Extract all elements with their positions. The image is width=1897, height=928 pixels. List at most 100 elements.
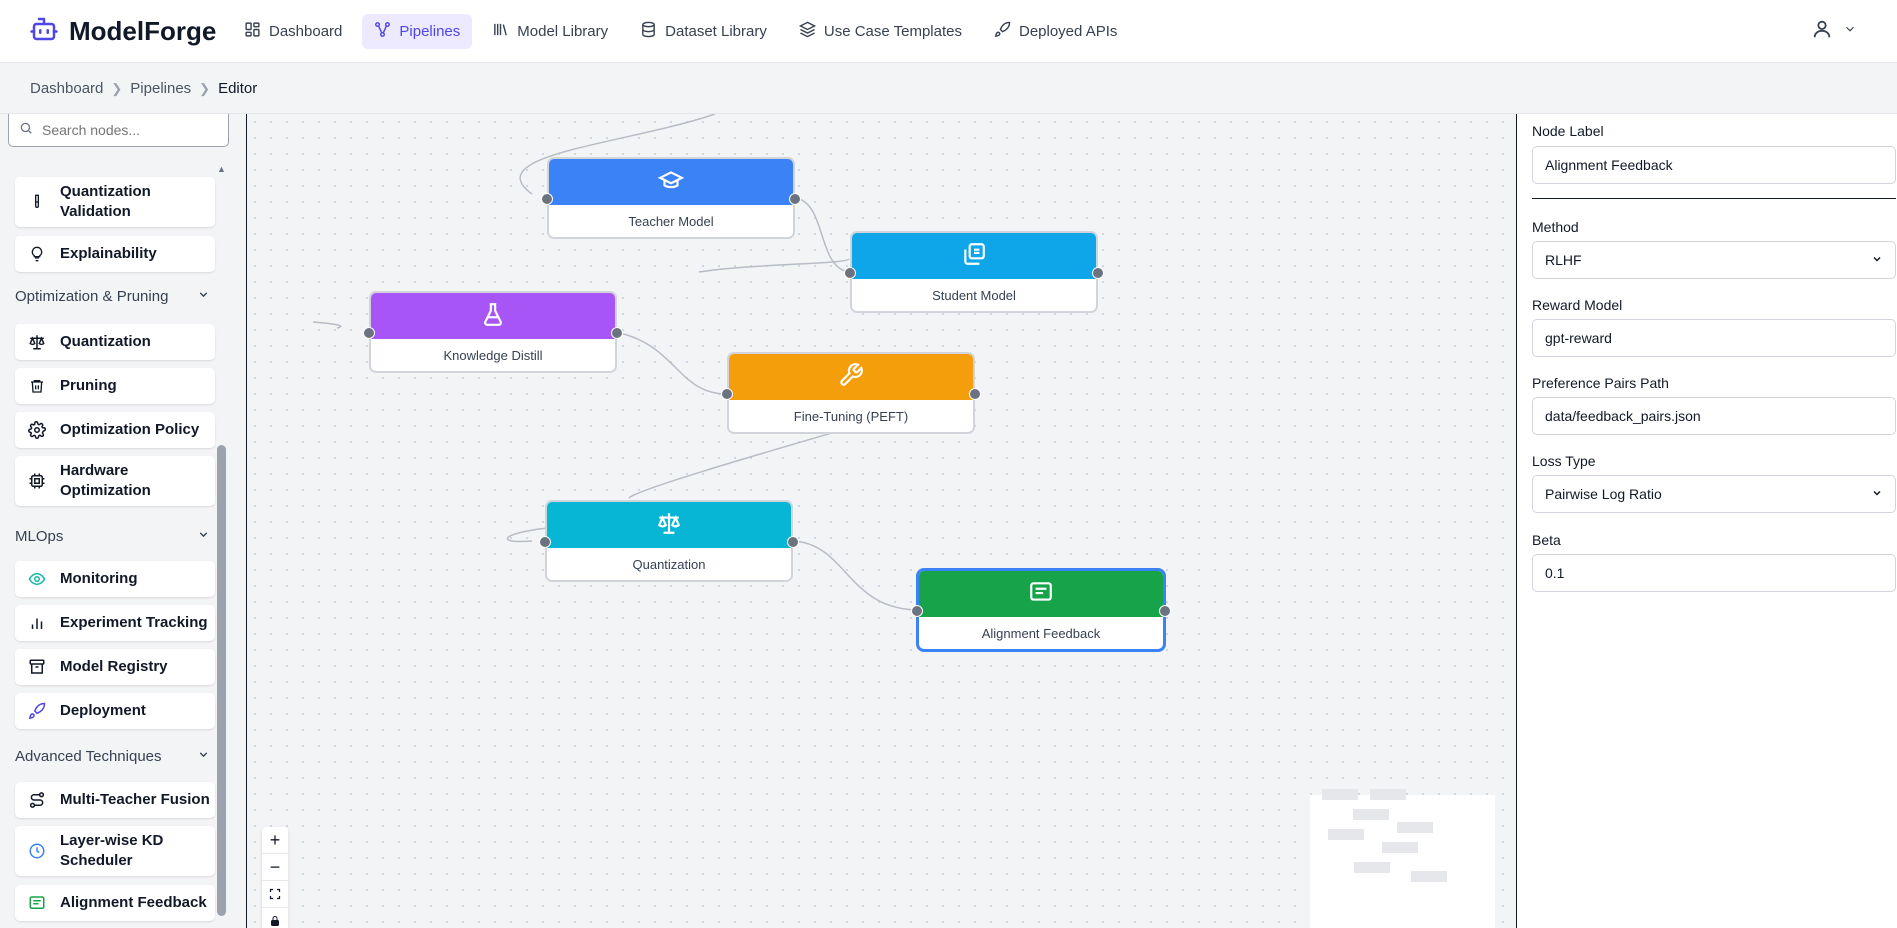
preference-pairs-path-input[interactable]: data/feedback_pairs.json [1532, 397, 1896, 435]
minimap[interactable] [1310, 789, 1495, 928]
user-icon [1811, 18, 1833, 45]
chevron-down-icon [197, 288, 210, 305]
node-label: Quantization [632, 556, 706, 572]
node-student-model[interactable]: Student Model [844, 231, 1104, 313]
node-label-label: Node Label [1532, 123, 1604, 139]
search-box[interactable] [8, 114, 229, 147]
edge[interactable] [312, 321, 342, 329]
gear-icon [28, 421, 46, 439]
output-handle[interactable] [969, 388, 981, 400]
palette-item-optimization-policy[interactable]: Optimization Policy [15, 412, 215, 448]
chevron-down-icon [197, 748, 210, 765]
trash-icon [28, 377, 46, 395]
method-select[interactable]: RLHF [1532, 241, 1896, 279]
section-advanced-techniques[interactable]: Advanced Techniques [15, 746, 210, 766]
input-handle[interactable] [721, 388, 733, 400]
nav-model-library[interactable]: Model Library [480, 14, 620, 49]
palette-item-monitoring[interactable]: Monitoring [15, 561, 215, 597]
nav-pipelines[interactable]: Pipelines [362, 14, 473, 49]
node-teacher-model[interactable]: Teacher Model [541, 157, 801, 239]
palette-item-hardware-optimization[interactable]: Hardware Optimization [15, 456, 215, 506]
chevron-down-icon [1871, 486, 1883, 502]
pipeline-canvas[interactable]: Teacher Model Student Model Knowledge Di… [246, 114, 1517, 928]
lock-button[interactable] [262, 908, 288, 928]
node-quantization[interactable]: Quantization [539, 500, 799, 582]
preference-pairs-path-value: data/feedback_pairs.json [1545, 408, 1701, 424]
edge[interactable] [698, 258, 850, 273]
palette-item-label: Alignment Feedback [60, 894, 207, 911]
library-icon [492, 21, 509, 42]
output-handle[interactable] [787, 536, 799, 548]
output-handle[interactable] [789, 193, 801, 205]
node-knowledge-distill[interactable]: Knowledge Distill [363, 291, 623, 373]
palette-item-model-registry[interactable]: Model Registry [15, 649, 215, 685]
palette-item-label: Deployment [60, 702, 146, 719]
input-handle[interactable] [539, 536, 551, 548]
palette-item-quantization-validation[interactable]: Quantization Validation [15, 177, 215, 227]
beta-input[interactable]: 0.1 [1532, 554, 1896, 592]
node-label-input[interactable]: Alignment Feedback [1532, 146, 1896, 184]
chip-icon [28, 472, 46, 490]
minimap-node [1353, 809, 1389, 820]
breadcrumb-dashboard[interactable]: Dashboard [30, 80, 103, 97]
lock-icon [269, 911, 281, 928]
scroll-up-arrow-icon[interactable]: ▲ [217, 164, 226, 174]
nav-dashboard[interactable]: Dashboard [232, 14, 354, 49]
output-handle[interactable] [611, 327, 623, 339]
minimap-node [1397, 822, 1433, 833]
reward-model-input[interactable]: gpt-reward [1532, 319, 1896, 357]
palette-item-label: Quantization [60, 333, 151, 350]
palette-item-label: Optimization Policy [60, 421, 200, 438]
node-label: Student Model [932, 287, 1016, 303]
section-optimization-pruning[interactable]: Optimization & Pruning [15, 286, 210, 306]
nav-use-case-templates[interactable]: Use Case Templates [787, 14, 974, 49]
node-header [852, 233, 1096, 279]
edge[interactable] [614, 331, 728, 395]
palette-item-multi-teacher-fusion[interactable]: Multi-Teacher Fusion [15, 782, 215, 818]
nav-dataset-library[interactable]: Dataset Library [628, 14, 779, 49]
loss-type-select[interactable]: Pairwise Log Ratio [1532, 475, 1896, 513]
user-menu[interactable] [1811, 18, 1857, 45]
input-handle[interactable] [844, 267, 856, 279]
section-title: Advanced Techniques [15, 747, 162, 765]
section-mlops[interactable]: MLOps [15, 526, 210, 546]
fit-view-button[interactable] [262, 881, 288, 908]
nav-label: Use Case Templates [823, 23, 962, 40]
palette-item-label: Hardware Optimization [60, 462, 151, 499]
palette-item-deployment[interactable]: Deployment [15, 693, 215, 729]
palette-item-experiment-tracking[interactable]: Experiment Tracking [15, 605, 215, 641]
palette-item-label: Quantization Validation [60, 183, 151, 220]
node-fine-tuning-peft[interactable]: Fine-Tuning (PEFT) [721, 352, 981, 434]
palette-item-quantization[interactable]: Quantization [15, 324, 215, 360]
palette-item-explainability[interactable]: Explainability [15, 236, 215, 272]
node-alignment-feedback[interactable]: Alignment Feedback [911, 569, 1171, 651]
input-handle[interactable] [363, 327, 375, 339]
minimap-node [1322, 789, 1358, 800]
test-tube-icon [28, 193, 46, 211]
palette-item-alignment-feedback[interactable]: Alignment Feedback [15, 885, 215, 921]
flask-icon [480, 301, 506, 332]
node-palette-sidebar: Quantization Validation Explainability O… [0, 114, 236, 928]
brand[interactable]: ModelForge [29, 14, 216, 49]
palette-item-label: Pruning [60, 377, 117, 394]
nav-label: Model Library [517, 23, 609, 40]
search-input[interactable] [42, 122, 212, 138]
breadcrumb-pipelines[interactable]: Pipelines [130, 80, 191, 97]
zoom-out-button[interactable]: − [262, 854, 288, 881]
copy-icon [961, 241, 987, 272]
output-handle[interactable] [1092, 267, 1104, 279]
beta-label: Beta [1532, 532, 1561, 548]
edge[interactable] [792, 540, 919, 611]
input-handle[interactable] [911, 605, 923, 617]
palette-item-pruning[interactable]: Pruning [15, 368, 215, 404]
sidebar-scrollbar[interactable] [217, 445, 226, 916]
main-nav: Dashboard Pipelines Model Library Datase… [232, 14, 1129, 49]
grid-icon [244, 21, 261, 42]
output-handle[interactable] [1159, 605, 1171, 617]
zoom-in-button[interactable]: + [262, 827, 288, 854]
palette-item-layer-wise-kd-scheduler[interactable]: Layer-wise KD Scheduler [15, 826, 215, 876]
nav-deployed-apis[interactable]: Deployed APIs [982, 14, 1129, 49]
minimap-node [1328, 829, 1364, 840]
preference-pairs-path-label: Preference Pairs Path [1532, 375, 1669, 391]
input-handle[interactable] [541, 193, 553, 205]
